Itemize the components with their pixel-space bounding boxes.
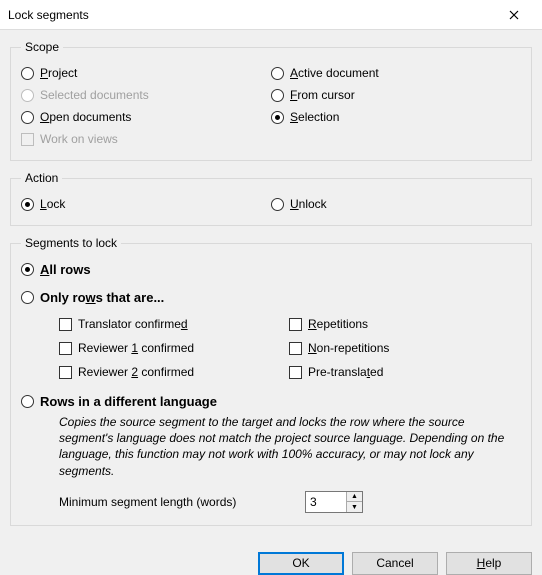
radio-icon [21,263,34,276]
segments-group: Segments to lock All rows Only rows that… [10,236,532,526]
radio-icon [271,89,284,102]
checkbox-icon [289,318,302,331]
radio-icon [21,395,34,408]
scope-open-documents-label: Open documents [40,110,131,124]
scope-selection-label: Selection [290,110,339,124]
segments-diff-language-description: Copies the source segment to the target … [21,412,521,485]
segments-all-rows[interactable]: All rows [21,258,521,280]
titlebar: Lock segments [0,0,542,30]
radio-icon [271,198,284,211]
radio-icon [21,291,34,304]
scope-selected-documents-label: Selected documents [40,88,149,102]
filter-translator-confirmed-label: Translator confirmed [78,317,188,331]
filter-reviewer1-confirmed[interactable]: Reviewer 1 confirmed [59,336,289,360]
checkbox-icon [59,342,72,355]
spinner-up-icon[interactable]: ▲ [347,492,362,503]
scope-active-document-label: Active document [290,66,379,80]
filter-repetitions[interactable]: Repetitions [289,312,521,336]
filter-reviewer2-confirmed-label: Reviewer 2 confirmed [78,365,194,379]
dialog-content: Scope Project Selected documents Open do… [0,30,542,544]
scope-work-on-views-label: Work on views [40,132,118,146]
radio-icon [21,67,34,80]
segments-only-rows-label: Only rows that are... [40,290,164,305]
action-legend: Action [21,171,62,185]
scope-project-label: Project [40,66,77,80]
cancel-button[interactable]: Cancel [352,552,438,575]
help-button[interactable]: Help [446,552,532,575]
segments-legend: Segments to lock [21,236,121,250]
filter-non-repetitions-label: Non-repetitions [308,341,389,355]
radio-icon [271,111,284,124]
scope-from-cursor[interactable]: From cursor [271,84,521,106]
checkbox-icon [289,366,302,379]
action-lock-label: Lock [40,197,65,211]
segments-all-rows-label: All rows [40,262,91,277]
radio-icon [21,198,34,211]
filter-pre-translated[interactable]: Pre-translated [289,360,521,384]
action-lock[interactable]: Lock [21,193,271,215]
scope-open-documents[interactable]: Open documents [21,106,271,128]
action-unlock[interactable]: Unlock [271,193,521,215]
scope-project[interactable]: Project [21,62,271,84]
scope-group: Scope Project Selected documents Open do… [10,40,532,161]
radio-icon [21,111,34,124]
scope-selected-documents: Selected documents [21,84,271,106]
action-group: Action Lock Unlock [10,171,532,226]
action-unlock-label: Unlock [290,197,327,211]
min-segment-length-row: Minimum segment length (words) ▲ ▼ [21,485,521,515]
segments-only-rows[interactable]: Only rows that are... [21,286,521,308]
scope-from-cursor-label: From cursor [290,88,355,102]
radio-icon [271,67,284,80]
checkbox-icon [59,318,72,331]
filter-non-repetitions[interactable]: Non-repetitions [289,336,521,360]
scope-right-col: Active document From cursor Selection [271,62,521,150]
window-title: Lock segments [8,8,494,22]
filter-reviewer2-confirmed[interactable]: Reviewer 2 confirmed [59,360,289,384]
scope-active-document[interactable]: Active document [271,62,521,84]
filter-repetitions-label: Repetitions [308,317,368,331]
checkbox-icon [289,342,302,355]
segments-diff-language-label: Rows in a different language [40,394,217,409]
ok-button[interactable]: OK [258,552,344,575]
spinner-down-icon[interactable]: ▼ [347,502,362,512]
checkbox-icon [59,366,72,379]
radio-icon [21,89,34,102]
scope-legend: Scope [21,40,63,54]
filter-translator-confirmed[interactable]: Translator confirmed [59,312,289,336]
scope-selection[interactable]: Selection [271,106,521,128]
dialog-buttons: OK Cancel Help [0,544,542,575]
scope-work-on-views: Work on views [21,128,271,150]
filter-pre-translated-label: Pre-translated [308,365,383,379]
checkbox-icon [21,133,34,146]
segments-diff-language[interactable]: Rows in a different language [21,390,521,412]
close-icon[interactable] [494,0,534,30]
filter-reviewer1-confirmed-label: Reviewer 1 confirmed [78,341,194,355]
scope-left-col: Project Selected documents Open document… [21,62,271,150]
